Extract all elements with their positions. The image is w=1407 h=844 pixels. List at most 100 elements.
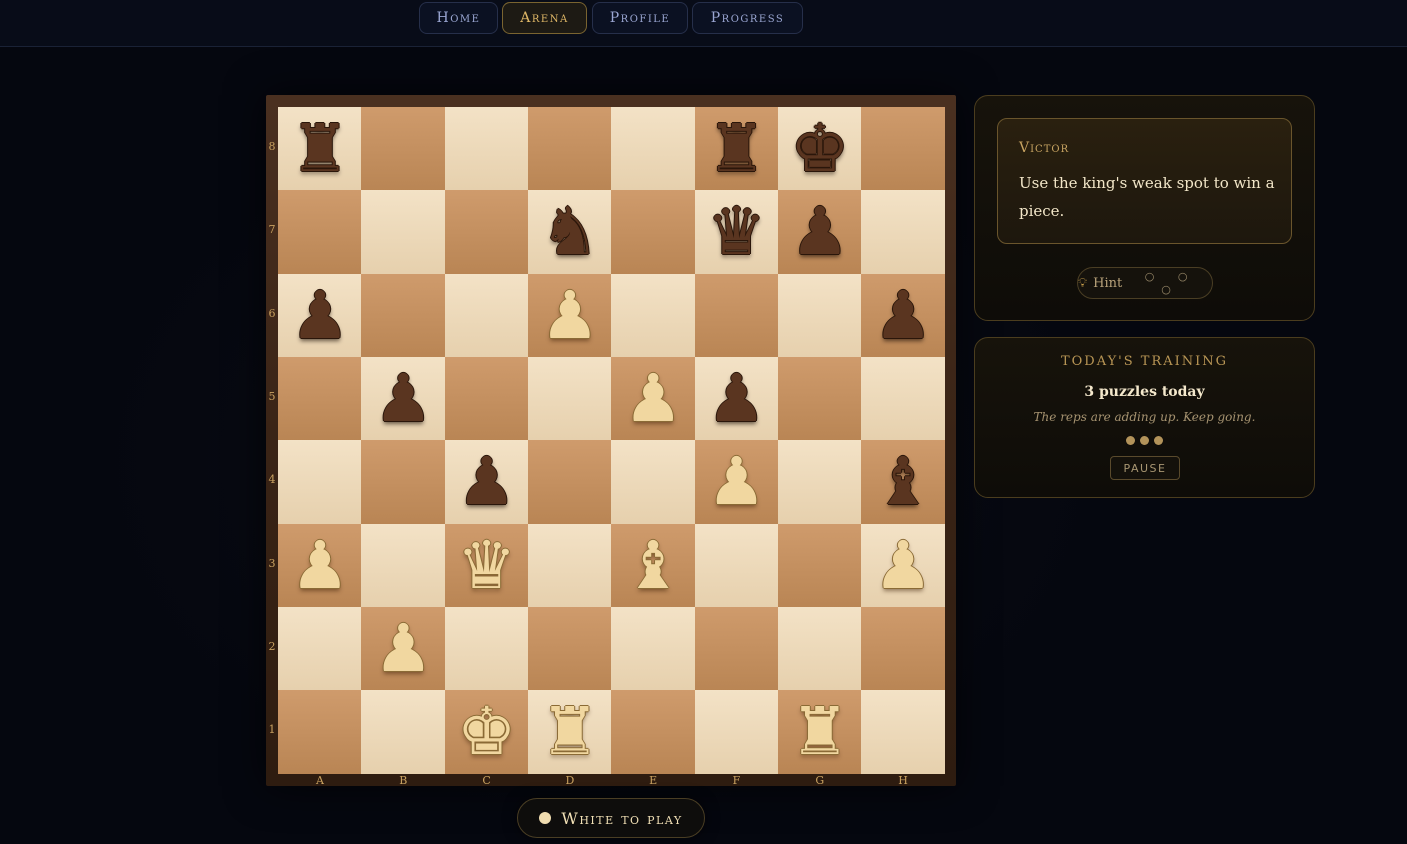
white-queen-icon[interactable]: ♛ — [457, 532, 516, 599]
white-king-icon[interactable]: ♚ — [457, 699, 516, 765]
black-pawn-icon[interactable]: ♟ — [707, 365, 766, 432]
square-a7[interactable] — [278, 190, 362, 275]
chess-board[interactable]: ♜ ♜ ♚ ♞ ♛ ♟ ♟ ♟ ♟ ♟ ♟ ♟ ♟ ♟ ♝ ♟ ♛ ♝ ♟ ♟ ♚ ♜ ♜ — [278, 107, 946, 775]
square-g1[interactable]: ♜ — [777, 690, 862, 775]
square-c1[interactable]: ♚ — [444, 690, 529, 775]
square-c7[interactable] — [444, 190, 529, 275]
square-b4[interactable] — [361, 440, 446, 525]
square-c8[interactable] — [444, 107, 529, 191]
square-h3[interactable]: ♟ — [861, 523, 946, 608]
turn-label: White to play — [561, 808, 683, 828]
square-h6[interactable]: ♟ — [861, 273, 946, 358]
square-g8[interactable]: ♚ — [777, 107, 862, 191]
square-c4[interactable]: ♟ — [444, 440, 529, 525]
black-rook-icon[interactable]: ♜ — [290, 116, 349, 182]
square-b5[interactable]: ♟ — [361, 356, 446, 441]
square-c5[interactable] — [444, 356, 529, 441]
black-pawn-icon[interactable]: ♟ — [374, 365, 433, 432]
square-d3[interactable] — [527, 523, 612, 608]
square-e5[interactable]: ♟ — [611, 356, 696, 441]
white-rook-icon[interactable]: ♜ — [790, 699, 849, 765]
square-d5[interactable] — [527, 356, 612, 441]
black-rook-icon[interactable]: ♜ — [707, 116, 766, 182]
square-h4[interactable]: ♝ — [861, 440, 946, 525]
square-b1[interactable] — [361, 690, 446, 775]
rank-label: 4 — [268, 473, 276, 487]
square-e3[interactable]: ♝ — [611, 523, 696, 608]
black-pawn-icon[interactable]: ♟ — [790, 199, 849, 265]
square-h7[interactable] — [861, 190, 946, 275]
square-c3[interactable]: ♛ — [444, 523, 529, 608]
square-g2[interactable] — [777, 606, 862, 691]
white-bishop-icon[interactable]: ♝ — [624, 532, 683, 599]
file-label: C — [482, 774, 491, 787]
square-e4[interactable] — [611, 440, 696, 525]
square-f2[interactable] — [694, 606, 779, 691]
black-knight-icon[interactable]: ♞ — [540, 199, 599, 265]
square-e7[interactable] — [611, 190, 696, 275]
square-e6[interactable] — [611, 273, 696, 358]
square-g3[interactable] — [777, 523, 862, 608]
black-pawn-icon[interactable]: ♟ — [457, 449, 516, 515]
square-f3[interactable] — [694, 523, 779, 608]
square-d2[interactable] — [527, 606, 612, 691]
square-f4[interactable]: ♟ — [694, 440, 779, 525]
square-d4[interactable] — [527, 440, 612, 525]
hint-button[interactable]: 💡︎ Hint ○ ○ ○ — [1077, 267, 1213, 299]
square-f8[interactable]: ♜ — [694, 107, 779, 191]
square-a6[interactable]: ♟ — [278, 273, 362, 358]
square-d8[interactable] — [527, 107, 612, 191]
black-bishop-icon[interactable]: ♝ — [874, 449, 933, 515]
square-b2[interactable]: ♟ — [361, 606, 446, 691]
square-f6[interactable] — [694, 273, 779, 358]
file-label: F — [732, 774, 741, 787]
square-h2[interactable] — [861, 606, 946, 691]
square-b6[interactable] — [361, 273, 446, 358]
square-f5[interactable]: ♟ — [694, 356, 779, 441]
white-pawn-icon[interactable]: ♟ — [874, 532, 933, 599]
black-pawn-icon[interactable]: ♟ — [290, 282, 349, 349]
square-c6[interactable] — [444, 273, 529, 358]
white-pawn-icon[interactable]: ♟ — [624, 365, 683, 432]
black-pawn-icon[interactable]: ♟ — [874, 282, 933, 349]
square-g4[interactable] — [777, 440, 862, 525]
rank-label: 8 — [268, 140, 276, 153]
square-g7[interactable]: ♟ — [777, 190, 862, 275]
square-g6[interactable] — [777, 273, 862, 358]
square-d6[interactable]: ♟ — [527, 273, 612, 358]
nav-progress-button[interactable]: Progress — [692, 2, 803, 34]
black-queen-icon[interactable]: ♛ — [707, 199, 766, 265]
square-b7[interactable] — [361, 190, 446, 275]
square-a1[interactable] — [278, 690, 362, 775]
nav-arena-button[interactable]: Arena — [502, 2, 587, 34]
square-f1[interactable] — [694, 690, 779, 775]
square-h1[interactable] — [861, 690, 946, 775]
square-a4[interactable] — [278, 440, 362, 525]
square-e1[interactable] — [611, 690, 696, 775]
white-pawn-icon[interactable]: ♟ — [290, 532, 349, 599]
square-c2[interactable] — [444, 606, 529, 691]
nav-profile-button[interactable]: Profile — [592, 2, 688, 34]
nav-home-button[interactable]: Home — [419, 2, 498, 34]
white-pawn-icon[interactable]: ♟ — [540, 282, 599, 349]
black-king-icon[interactable]: ♚ — [790, 116, 849, 182]
white-pawn-icon[interactable]: ♟ — [374, 615, 433, 682]
training-progress-dots — [975, 436, 1314, 445]
square-e2[interactable] — [611, 606, 696, 691]
square-d7[interactable]: ♞ — [527, 190, 612, 275]
square-a2[interactable] — [278, 606, 362, 691]
square-d1[interactable]: ♜ — [527, 690, 612, 775]
square-f7[interactable]: ♛ — [694, 190, 779, 275]
square-g5[interactable] — [777, 356, 862, 441]
square-h8[interactable] — [861, 107, 946, 191]
square-b3[interactable] — [361, 523, 446, 608]
square-h5[interactable] — [861, 356, 946, 441]
white-pawn-icon[interactable]: ♟ — [707, 449, 766, 515]
pause-button[interactable]: PAUSE — [1110, 456, 1180, 480]
white-rook-icon[interactable]: ♜ — [540, 699, 599, 765]
square-b8[interactable] — [361, 107, 446, 191]
square-a8[interactable]: ♜ — [278, 107, 362, 191]
square-e8[interactable] — [611, 107, 696, 191]
square-a3[interactable]: ♟ — [278, 523, 362, 608]
square-a5[interactable] — [278, 356, 362, 441]
